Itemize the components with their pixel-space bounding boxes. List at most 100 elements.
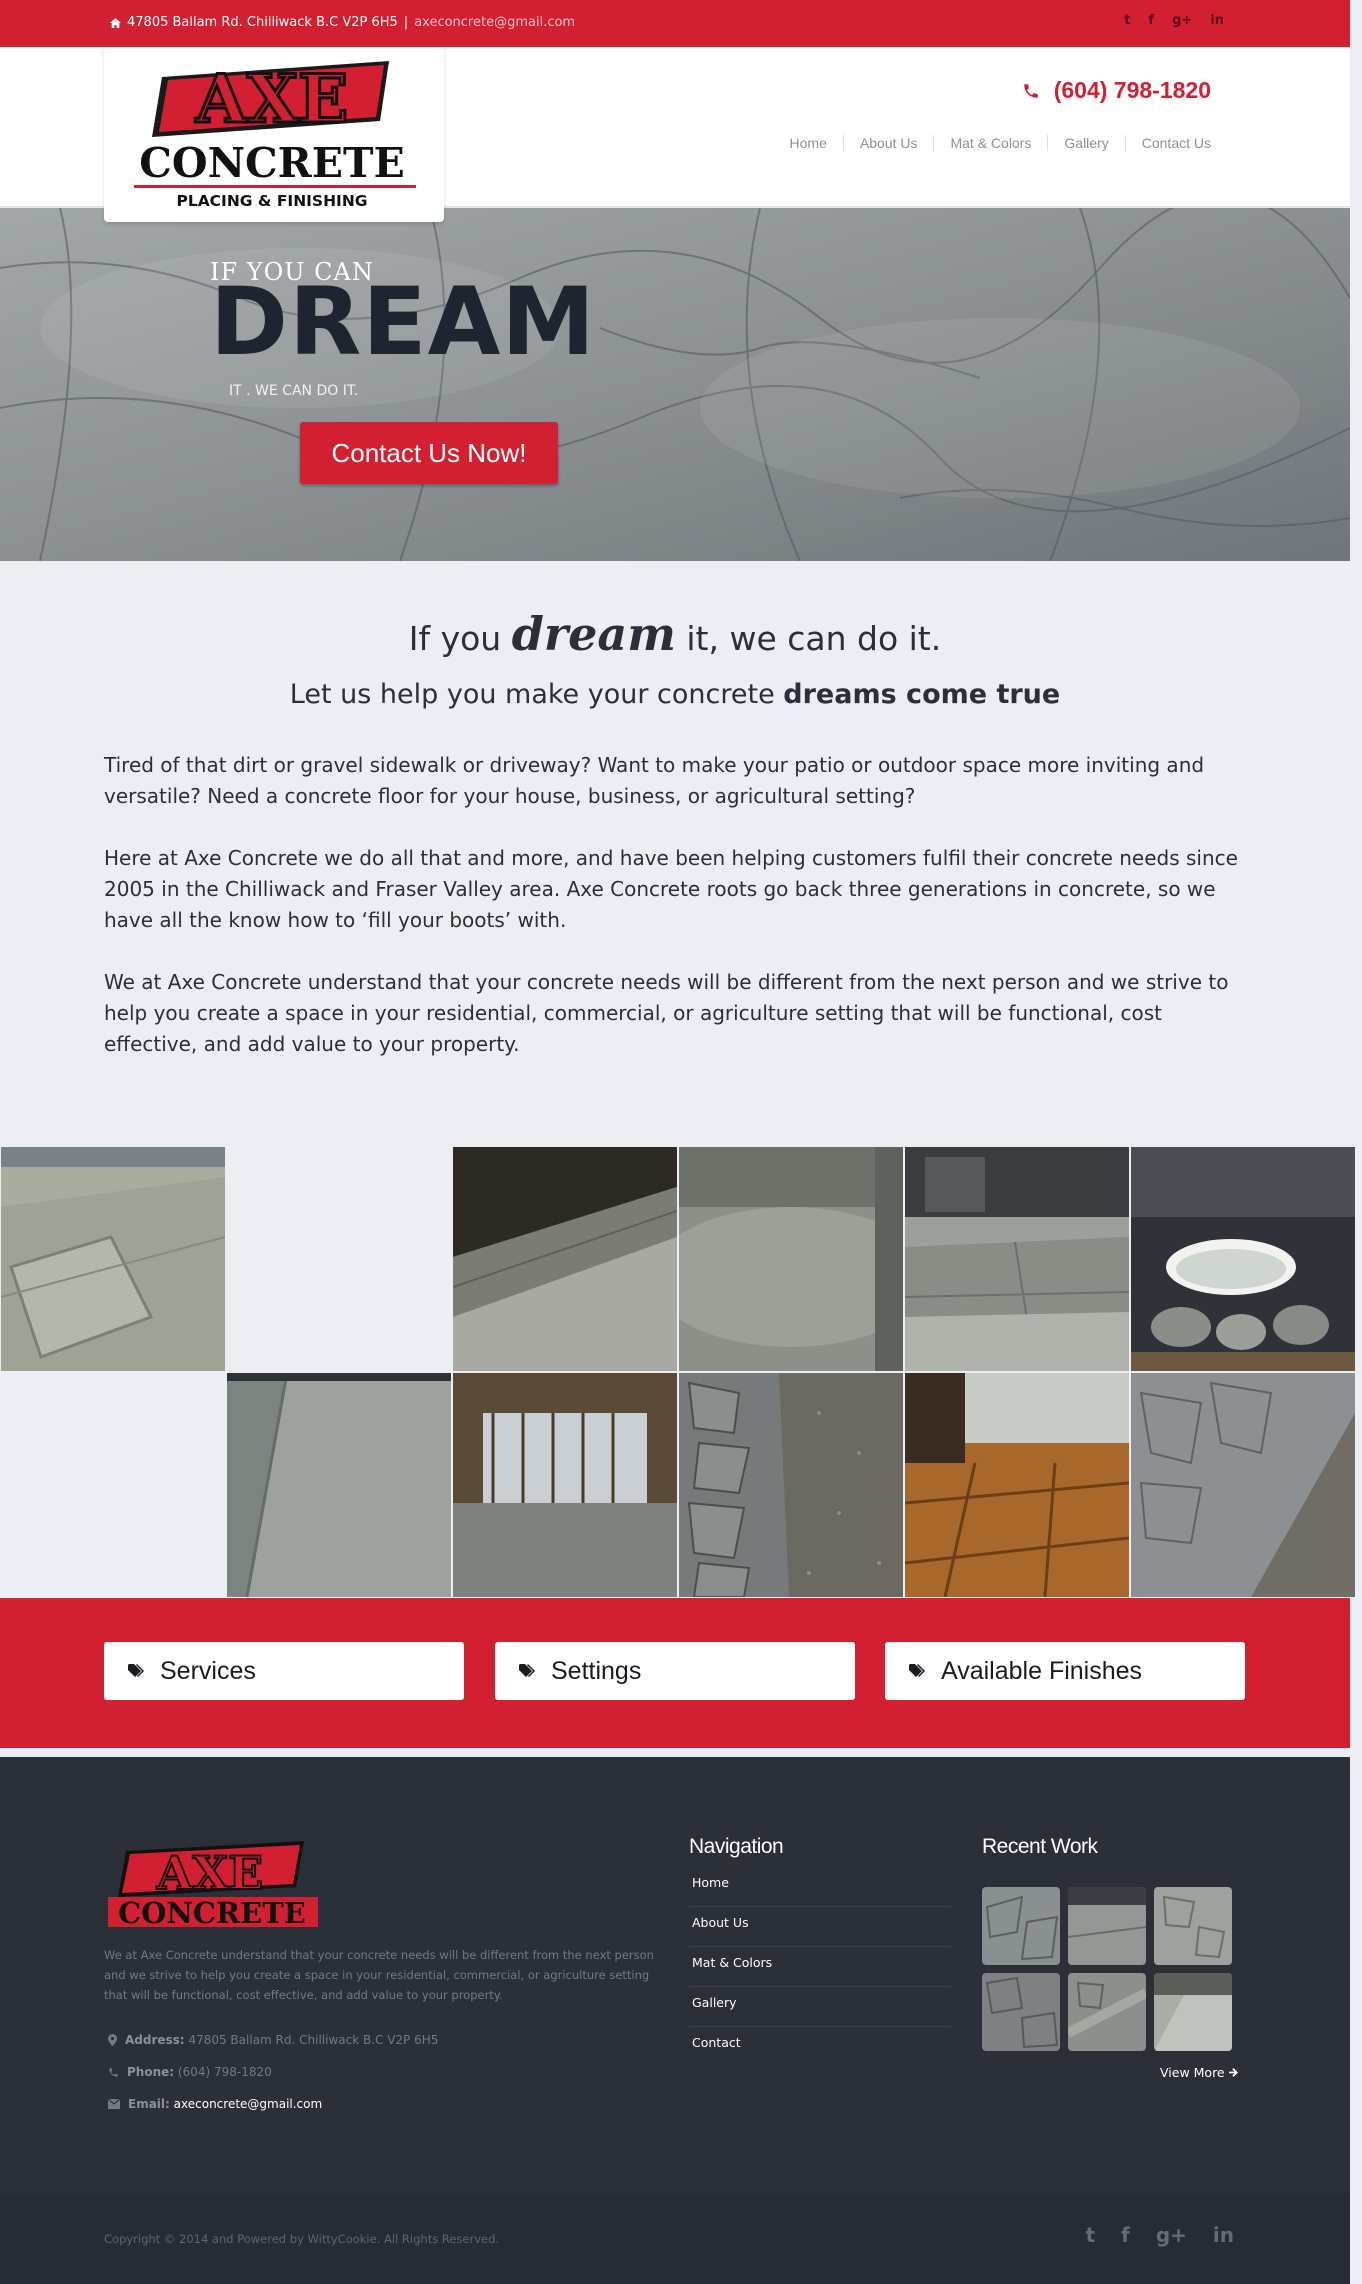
copyright: Copyright © 2014 and Powered by WittyCoo… — [104, 2232, 500, 2246]
intro-subheading-before: Let us help you make your concrete — [289, 679, 775, 710]
logo-tagline: PLACING & FINISHING — [176, 192, 367, 210]
footer-nav-contact[interactable]: Contact — [689, 2027, 951, 2067]
logo-graphic: AXE CONCRETE PLACING & FINISHING — [134, 59, 416, 210]
settings-button[interactable]: Settings — [495, 1642, 855, 1700]
twitter-icon[interactable]: t — [1124, 13, 1130, 28]
tags-icon — [909, 1664, 925, 1677]
gallery-image[interactable] — [1131, 1147, 1355, 1371]
footer-phone-label: Phone: — [127, 2065, 175, 2079]
nav-about-us[interactable]: About Us — [842, 135, 934, 151]
top-address: 47805 Ballam Rd. Chilliwack B.C V2P 6H5 — [127, 15, 398, 30]
tags-icon — [128, 1664, 144, 1677]
footer-logo-word-axe: AXE — [156, 1846, 263, 1900]
footer-description: We at Axe Concrete understand that your … — [104, 1948, 654, 2002]
footer-email-label: Email: — [128, 2097, 170, 2111]
recent-work-thumbnail[interactable] — [982, 1887, 1060, 1965]
footer-phone-value: (604) 798-1820 — [177, 2065, 272, 2079]
footer: AXE CONCRETE We at Axe Concrete understa… — [0, 1757, 1350, 2193]
intro-heading-after: it, we can do it. — [686, 619, 942, 658]
gallery-image[interactable] — [905, 1373, 1129, 1597]
footer-logo[interactable]: AXE CONCRETE — [104, 1839, 324, 1939]
footer-nav-about-us[interactable]: About Us — [689, 1907, 951, 1947]
footer-email-link[interactable]: axeconcrete@gmail.com — [174, 2097, 323, 2111]
top-bar: 47805 Ballam Rd. Chilliwack B.C V2P 6H5 … — [0, 0, 1350, 47]
view-more-link[interactable]: View More — [1160, 2065, 1238, 2080]
gallery-image[interactable] — [679, 1373, 903, 1597]
footer-address: Address: 47805 Ballam Rd. Chilliwack B.C… — [108, 2033, 438, 2047]
home-icon — [110, 17, 121, 28]
phone-icon — [1023, 83, 1038, 98]
top-separator: | — [403, 15, 409, 30]
footer-nav-mat-colors[interactable]: Mat & Colors — [689, 1947, 951, 1987]
hero-headline: DREAM — [210, 268, 596, 377]
intro-subheading-bold: dreams come true — [783, 679, 1061, 710]
gallery-image[interactable] — [227, 1373, 451, 1597]
map-marker-icon — [108, 2034, 117, 2046]
header-phone[interactable]: (604) 798-1820 — [1022, 77, 1211, 104]
work-gallery — [0, 1147, 1362, 1597]
hero-subtext: IT . WE CAN DO IT. — [229, 383, 359, 399]
view-more-label: View More — [1160, 2065, 1225, 2080]
google-plus-icon[interactable]: g+ — [1172, 13, 1192, 28]
services-strip: Services Settings Available Finishes — [0, 1598, 1350, 1748]
gallery-image[interactable] — [1, 1147, 225, 1371]
intro-paragraph-2: Here at Axe Concrete we do all that and … — [104, 846, 1238, 932]
bottom-bar: Copyright © 2014 and Powered by WittyCoo… — [0, 2193, 1350, 2284]
recent-work-thumbnail[interactable] — [1154, 1973, 1232, 2051]
intro-heading-before: If you — [408, 619, 502, 658]
intro-subheading: Let us help you make your concrete dream… — [0, 679, 1350, 710]
contact-us-now-button[interactable]: Contact Us Now! — [300, 422, 558, 484]
google-plus-icon[interactable]: g+ — [1156, 2223, 1187, 2247]
arrow-right-icon — [1228, 2068, 1238, 2077]
page: 47805 Ballam Rd. Chilliwack B.C V2P 6H5 … — [0, 0, 1362, 2284]
services-button[interactable]: Services — [104, 1642, 464, 1700]
top-contact: 47805 Ballam Rd. Chilliwack B.C V2P 6H5 … — [110, 15, 575, 30]
footer-nav-home[interactable]: Home — [689, 1867, 951, 1907]
nav-home[interactable]: Home — [774, 135, 843, 151]
gallery-image[interactable] — [453, 1373, 677, 1597]
nav-gallery[interactable]: Gallery — [1047, 135, 1124, 151]
footer-address-value: 47805 Ballam Rd. Chilliwack B.C V2P 6H5 — [188, 2033, 439, 2047]
recent-work-thumbnail[interactable] — [1068, 1973, 1146, 2051]
footer-navigation: Home About Us Mat & Colors Gallery Conta… — [689, 1867, 951, 2067]
gallery-image[interactable] — [679, 1147, 903, 1371]
logo[interactable]: AXE CONCRETE PLACING & FINISHING — [104, 47, 444, 222]
gallery-image[interactable] — [905, 1147, 1129, 1371]
gallery-image[interactable] — [453, 1147, 677, 1371]
footer-email: Email: axeconcrete@gmail.com — [108, 2097, 322, 2111]
recent-work-thumbnail[interactable] — [982, 1973, 1060, 2051]
available-finishes-button-label: Available Finishes — [941, 1656, 1143, 1685]
settings-button-label: Settings — [551, 1656, 642, 1685]
logo-word-concrete: CONCRETE — [139, 139, 405, 187]
intro-heading-emphasis: dream — [511, 607, 676, 661]
intro-section: If you dream it, we can do it. Let us he… — [0, 561, 1350, 1147]
tags-icon — [519, 1664, 535, 1677]
twitter-icon[interactable]: t — [1086, 2223, 1096, 2247]
linkedin-icon[interactable]: in — [1213, 2223, 1234, 2247]
linkedin-icon[interactable]: in — [1210, 13, 1224, 28]
facebook-icon[interactable]: f — [1148, 13, 1154, 28]
footer-social: t f g+ in — [1086, 2223, 1234, 2247]
recent-work-thumbnail[interactable] — [1154, 1887, 1232, 1965]
footer-phone: Phone: (604) 798-1820 — [108, 2065, 272, 2079]
footer-recent-work-title: Recent Work — [982, 1835, 1098, 1858]
gallery-image[interactable] — [1131, 1373, 1355, 1597]
footer-navigation-title: Navigation — [689, 1835, 784, 1858]
nav-mat-colors[interactable]: Mat & Colors — [933, 135, 1047, 151]
main-nav: Home About Us Mat & Colors Gallery Conta… — [774, 135, 1211, 151]
facebook-icon[interactable]: f — [1121, 2223, 1130, 2247]
header-phone-number: (604) 798-1820 — [1053, 77, 1211, 103]
top-email-link[interactable]: axeconcrete@gmail.com — [414, 15, 575, 30]
phone-icon — [109, 2067, 118, 2077]
intro-heading: If you dream it, we can do it. — [0, 607, 1350, 661]
available-finishes-button[interactable]: Available Finishes — [885, 1642, 1245, 1700]
header: AXE CONCRETE PLACING & FINISHING (604) 7… — [0, 47, 1350, 222]
footer-logo-word-concrete: CONCRETE — [118, 1896, 306, 1930]
nav-contact-us[interactable]: Contact Us — [1124, 135, 1211, 151]
footer-nav-gallery[interactable]: Gallery — [689, 1987, 951, 2027]
top-social: t f g+ in — [1124, 13, 1224, 28]
services-button-label: Services — [160, 1656, 256, 1685]
recent-work-thumbnail[interactable] — [1068, 1887, 1146, 1965]
hero-banner: IF YOU CAN DREAM IT . WE CAN DO IT. Cont… — [0, 208, 1350, 561]
logo-word-axe: AXE — [195, 60, 349, 138]
